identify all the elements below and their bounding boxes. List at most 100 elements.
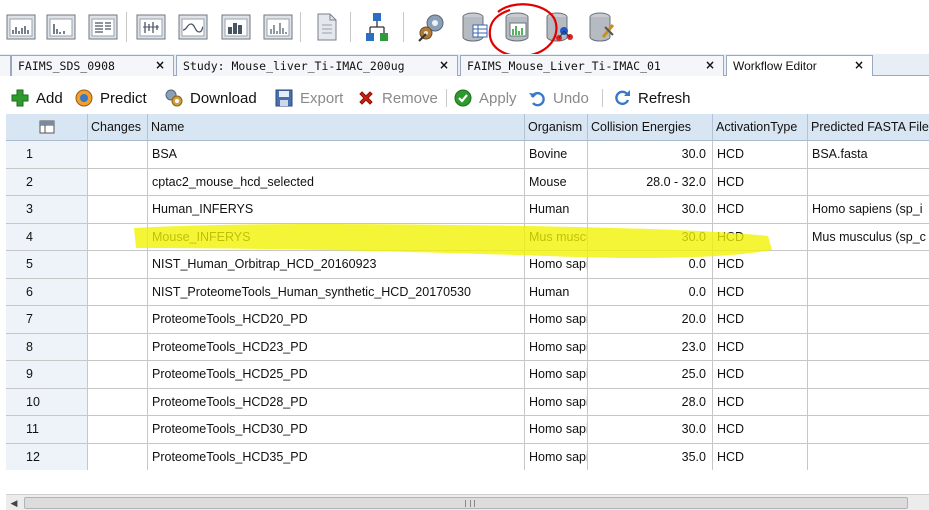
activation-type-cell[interactable]: HCD: [713, 333, 808, 361]
collision-energy-cell[interactable]: 30.0: [588, 223, 713, 251]
organism-cell[interactable]: Bovine: [525, 141, 588, 169]
table-row[interactable]: 8 ProteomeTools_HCD23_PDHomo sapiens23.0H…: [6, 333, 929, 361]
changes-cell[interactable]: [88, 416, 148, 444]
activation-type-cell[interactable]: HCD: [713, 306, 808, 334]
name-cell[interactable]: BSA: [148, 141, 525, 169]
apply-button[interactable]: Apply: [453, 87, 517, 109]
table-row[interactable]: 2 cptac2_mouse_hcd_selected Mouse 28.0 - 32…: [6, 168, 929, 196]
changes-cell[interactable]: [88, 196, 148, 224]
add-button[interactable]: Add: [10, 87, 63, 109]
predicted-fasta-cell[interactable]: Mus musculus (sp_c: [808, 224, 929, 251]
organism-cell[interactable]: Homo sapiens: [525, 333, 588, 361]
table-row[interactable]: 10 ProteomeTools_HCD28_PDHomo sapiens28.0…: [6, 388, 929, 416]
organism-cell[interactable]: Homo sapiens: [525, 388, 588, 416]
name-cell[interactable]: ProteomeTools_HCD20_PD: [148, 306, 525, 334]
table-row[interactable]: 9 ProteomeTools_HCD25_PDHomo sapiens25.0H…: [6, 361, 929, 389]
tab-workflow-editor[interactable]: Workflow Editor ×: [726, 55, 873, 76]
table-row[interactable]: 5 NIST_Human_Orbitrap_HCD_20160923 Homo sa…: [6, 251, 929, 279]
changes-cell[interactable]: [88, 388, 148, 416]
table-row[interactable]: 6 NIST_ProteomeTools_Human_synthetic_HCD_…: [6, 278, 929, 306]
activation-type-cell[interactable]: HCD: [713, 251, 808, 279]
predicted-fasta-cell[interactable]: BSA.fasta: [808, 141, 929, 169]
activation-type-cell[interactable]: HCD: [713, 168, 808, 196]
column-header-predicted-fasta[interactable]: Predicted FASTA File: [808, 114, 929, 141]
chromatogram-icon[interactable]: [176, 10, 210, 44]
name-cell[interactable]: Human_INFERYS: [148, 196, 525, 224]
name-cell[interactable]: cptac2_mouse_hcd_selected: [148, 168, 525, 196]
close-icon[interactable]: ×: [439, 58, 449, 72]
undo-button[interactable]: Undo: [527, 87, 589, 109]
changes-cell[interactable]: [88, 168, 148, 196]
predicted-fasta-cell[interactable]: [808, 334, 929, 361]
changes-cell[interactable]: [88, 141, 148, 169]
collision-energy-cell[interactable]: 30.0: [588, 416, 713, 444]
changes-cell[interactable]: [88, 443, 148, 470]
remove-button[interactable]: Remove: [356, 87, 438, 109]
activation-type-cell[interactable]: HCD: [713, 223, 808, 251]
changes-cell[interactable]: [88, 306, 148, 334]
plot-layout-icon[interactable]: [134, 10, 168, 44]
activation-type-cell[interactable]: HCD: [713, 141, 808, 169]
organism-cell[interactable]: Human: [525, 278, 588, 306]
name-cell[interactable]: NIST_Human_Orbitrap_HCD_20160923: [148, 251, 525, 279]
column-header-collision-energies[interactable]: Collision Energies: [588, 114, 713, 141]
workflow-tree-icon[interactable]: [360, 10, 394, 44]
column-header-changes[interactable]: Changes: [88, 114, 148, 141]
organism-cell[interactable]: Mouse: [525, 168, 588, 196]
activation-type-cell[interactable]: HCD: [713, 278, 808, 306]
collision-energy-cell[interactable]: 30.0: [588, 141, 713, 169]
activation-type-cell[interactable]: HCD: [713, 416, 808, 444]
predicted-fasta-cell[interactable]: [808, 279, 929, 306]
export-button[interactable]: Export: [274, 87, 343, 109]
collision-energy-cell[interactable]: 0.0: [588, 251, 713, 279]
changes-cell[interactable]: [88, 251, 148, 279]
predict-button[interactable]: Predict: [74, 87, 147, 109]
name-cell[interactable]: ProteomeTools_HCD23_PD: [148, 333, 525, 361]
collision-energy-cell[interactable]: 28.0: [588, 388, 713, 416]
close-icon[interactable]: ×: [705, 58, 715, 72]
organism-cell[interactable]: Homo sapiens: [525, 416, 588, 444]
organism-cell[interactable]: Human: [525, 196, 588, 224]
organism-cell[interactable]: Homo sapiens: [525, 443, 588, 470]
histogram-icon[interactable]: [219, 10, 253, 44]
changes-cell[interactable]: [88, 223, 148, 251]
changes-cell[interactable]: [88, 278, 148, 306]
activation-type-cell[interactable]: HCD: [713, 443, 808, 470]
organism-cell[interactable]: Homo sapiens: [525, 251, 588, 279]
spectrum-icon[interactable]: [261, 10, 295, 44]
organism-cell[interactable]: Mus musculus: [525, 223, 588, 251]
table-row[interactable]: 3 Human_INFERYS Human 30.0 HCD Homo sapiens (…: [6, 196, 929, 224]
settings-gears-icon[interactable]: [414, 10, 448, 44]
column-header-organism[interactable]: Organism: [525, 114, 588, 141]
collision-energy-cell[interactable]: 35.0: [588, 443, 713, 470]
document-icon[interactable]: [310, 10, 344, 44]
collision-energy-cell[interactable]: 28.0 - 32.0: [588, 168, 713, 196]
name-cell[interactable]: ProteomeTools_HCD28_PD: [148, 388, 525, 416]
collision-energy-cell[interactable]: 23.0: [588, 333, 713, 361]
column-header-name[interactable]: Name: [148, 114, 525, 141]
close-icon[interactable]: ×: [155, 58, 165, 72]
collision-energy-cell[interactable]: 0.0: [588, 278, 713, 306]
table-row[interactable]: 4 Mouse_INFERYSMus musculus30.0HCDMus mus…: [6, 223, 929, 251]
organism-cell[interactable]: Homo sapiens: [525, 361, 588, 389]
tab-faims-sds-0908[interactable]: FAIMS_SDS_0908 ×: [11, 55, 174, 76]
close-icon[interactable]: ×: [854, 58, 864, 72]
collision-energy-cell[interactable]: 25.0: [588, 361, 713, 389]
tab-study-mouse-liver[interactable]: Study: Mouse_liver_Ti-IMAC_200ug ×: [176, 55, 458, 76]
activation-type-cell[interactable]: HCD: [713, 388, 808, 416]
name-cell[interactable]: ProteomeTools_HCD35_PD: [148, 443, 525, 470]
predicted-fasta-cell[interactable]: Homo sapiens (sp_i: [808, 196, 929, 224]
table-report-icon[interactable]: [86, 10, 120, 44]
column-chooser-header[interactable]: [6, 114, 88, 141]
refresh-button[interactable]: Refresh: [612, 87, 691, 109]
scrollbar-thumb[interactable]: [24, 497, 908, 509]
collision-energy-cell[interactable]: 20.0: [588, 306, 713, 334]
organism-cell[interactable]: Homo sapiens: [525, 306, 588, 334]
name-cell[interactable]: ProteomeTools_HCD25_PD: [148, 361, 525, 389]
changes-cell[interactable]: [88, 361, 148, 389]
name-cell[interactable]: NIST_ProteomeTools_Human_synthetic_HCD_2…: [148, 278, 525, 306]
changes-cell[interactable]: [88, 333, 148, 361]
predicted-fasta-cell[interactable]: [808, 306, 929, 334]
scroll-left-arrow-icon[interactable]: ◀: [6, 495, 22, 510]
predicted-fasta-cell[interactable]: [808, 169, 929, 196]
